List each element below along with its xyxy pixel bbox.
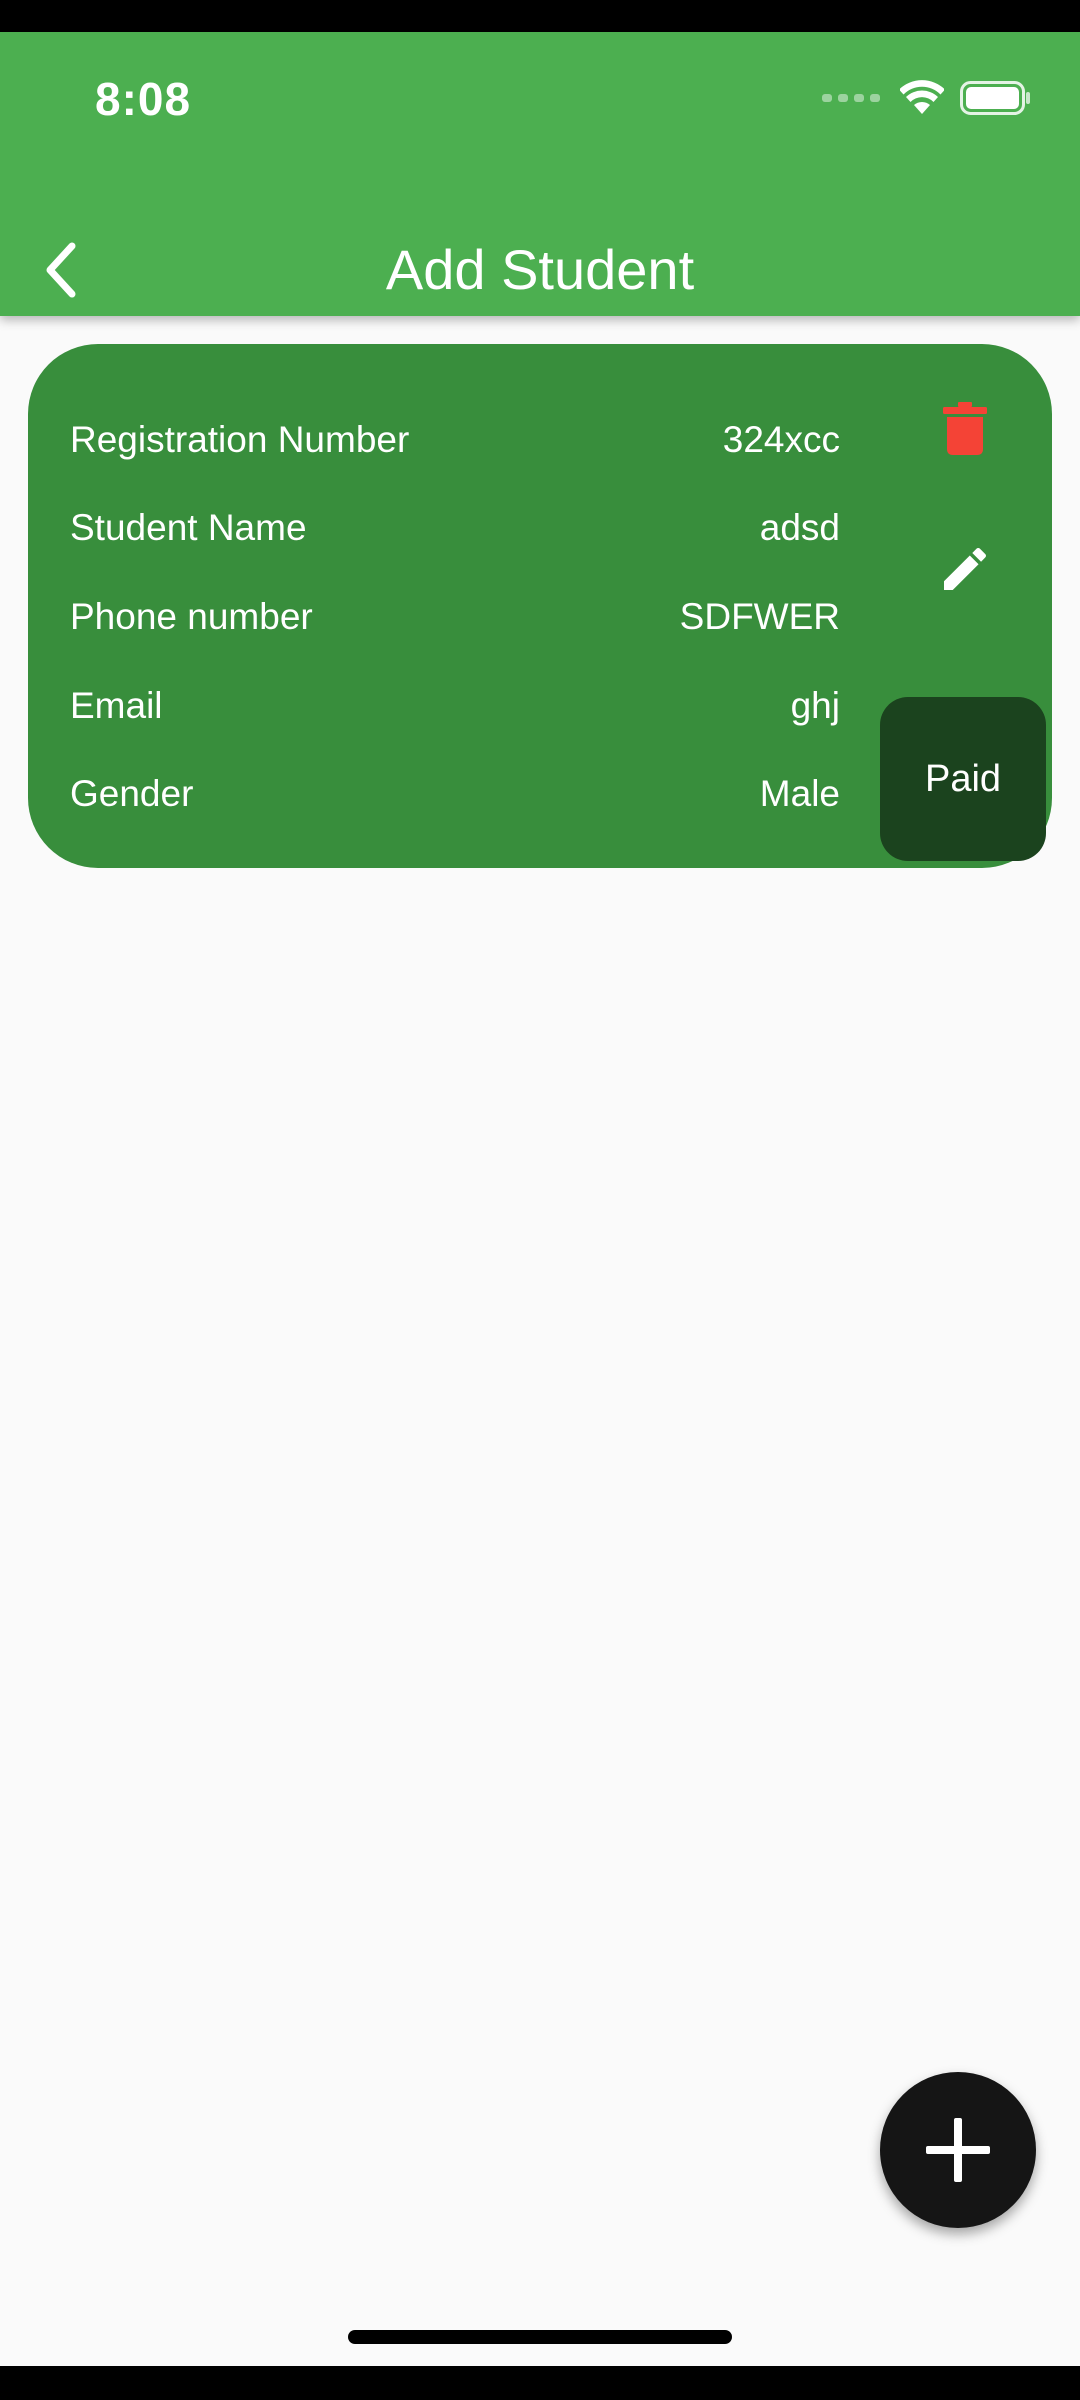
app-bar: 8:08 Add Student — [0, 32, 1080, 316]
detail-label: Student Name — [70, 507, 307, 548]
delete-button[interactable] — [910, 384, 1020, 474]
detail-row-email: Email ghj — [70, 676, 840, 736]
detail-value: ghj — [790, 685, 840, 726]
battery-icon — [960, 81, 1030, 115]
plus-icon — [926, 2118, 990, 2182]
detail-value: adsd — [759, 507, 840, 548]
page-title: Add Student — [385, 238, 695, 301]
detail-value: SDFWER — [679, 596, 840, 637]
detail-row-student-name: Student Name adsd — [70, 498, 840, 558]
screen: 8:08 Add Student Registration Number 324… — [0, 32, 1080, 2366]
edit-button[interactable] — [910, 524, 1020, 614]
detail-label: Email — [70, 685, 163, 726]
trash-icon — [943, 402, 987, 455]
cellular-signal-icon — [822, 94, 880, 102]
status-time: 8:08 — [95, 73, 192, 125]
wifi-icon — [900, 80, 944, 114]
detail-row-gender: Gender Male — [70, 764, 840, 824]
detail-label: Registration Number — [70, 419, 410, 460]
detail-label: Gender — [70, 773, 194, 814]
status-icons — [822, 80, 1032, 116]
add-student-fab[interactable] — [880, 2072, 1036, 2228]
home-indicator[interactable] — [348, 2330, 732, 2344]
detail-value: Male — [759, 773, 840, 814]
detail-row-phone-number: Phone number SDFWER — [70, 587, 840, 647]
pencil-icon — [944, 547, 987, 590]
detail-label: Phone number — [70, 596, 313, 637]
student-card: Registration Number 324xcc Student Name … — [28, 344, 1052, 868]
detail-value: 324xcc — [722, 419, 840, 460]
paid-button[interactable]: Paid — [880, 697, 1046, 861]
detail-row-registration-number: Registration Number 324xcc — [70, 410, 840, 470]
